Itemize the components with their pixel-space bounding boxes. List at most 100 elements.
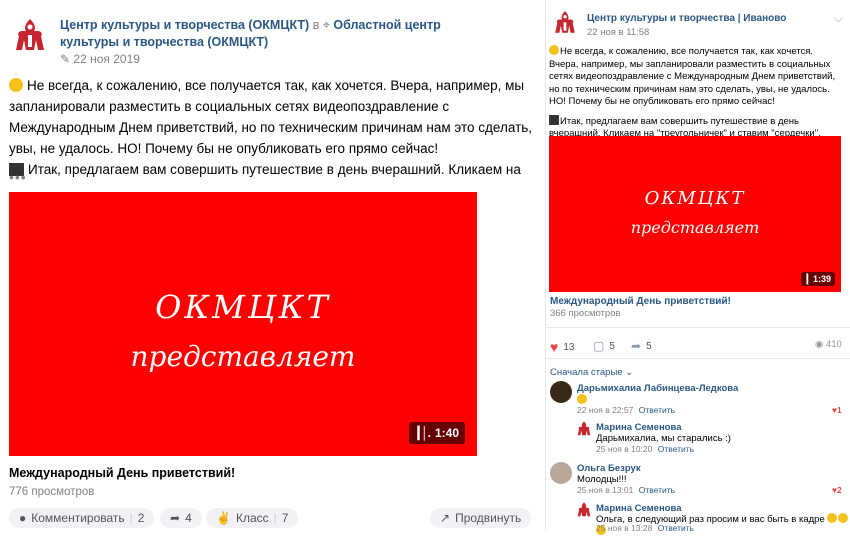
reply-button[interactable]: Ответить: [658, 444, 694, 454]
comment-text: Дарьмихалиа, мы старались :): [596, 433, 731, 444]
show-more-button[interactable]: •••: [9, 169, 27, 185]
side-comment-count: 5: [609, 340, 615, 352]
in-word: в: [312, 18, 320, 32]
group-name-link[interactable]: Центр культуры и творчества (ОКМЦКТ): [60, 18, 309, 32]
location-pin-icon: ⌖: [322, 18, 330, 32]
video-overlay-line1: ОКМЦКТ: [155, 288, 331, 326]
side-group-avatar[interactable]: [551, 9, 579, 37]
share-count: 4: [185, 511, 192, 525]
reply-button[interactable]: Ответить: [658, 523, 694, 533]
main-post: Центр культуры и творчества (ОКМЦКТ) в ⌖…: [0, 0, 545, 531]
side-video-duration-badge: ┃ 1:39: [800, 272, 835, 286]
side-video-caption[interactable]: Международный День приветствий!: [550, 296, 731, 307]
reply-button[interactable]: Ответить: [639, 405, 675, 415]
share-arrow-icon: ➦: [170, 511, 181, 525]
side-video-duration: 1:39: [812, 274, 831, 284]
side-like-count: 13: [563, 341, 575, 353]
side-video-overlay-line1: ОКМЦКТ: [644, 188, 746, 209]
post-header-title: Центр культуры и творчества (ОКМЦКТ) в ⌖…: [60, 17, 500, 51]
video-bars-icon: ┃: [804, 273, 810, 284]
side-video-player[interactable]: ОКМЦКТ представляет ┃ 1:39: [549, 136, 841, 292]
promote-button[interactable]: ↗ Продвинуть: [430, 508, 532, 528]
comment-author[interactable]: Дарьмихалиа Лабинцева-Ледкова: [577, 383, 738, 394]
chevron-down-icon[interactable]: ⌵: [834, 11, 843, 26]
side-group-name[interactable]: Центр культуры и творчества | Иваново: [587, 13, 786, 24]
comment-button[interactable]: ● Комментировать | 2: [9, 508, 155, 528]
comment-count: 2: [137, 511, 145, 525]
comment-bubble-icon: ▢: [593, 339, 605, 353]
video-overlay-line2: представляет: [130, 340, 356, 373]
separator: |: [273, 511, 277, 525]
comment-text: Молодцы!!!: [577, 474, 627, 485]
video-duration-badge: ┃│. 1:40: [408, 422, 465, 444]
comment-like-count: 1: [837, 405, 842, 415]
pencil-icon: ✎: [60, 52, 71, 66]
comment-date[interactable]: 25 ноя в 13:28: [596, 523, 652, 533]
side-views-count: 410: [825, 339, 842, 350]
comment-date[interactable]: 25 ноя в 13:01: [577, 485, 633, 495]
video-caption[interactable]: Международный День приветствий!: [9, 466, 235, 480]
post-date-text: 22 ноя 2019: [73, 52, 140, 66]
comment-meta: 22 ноя в 22:57 Ответить: [577, 405, 675, 415]
heart-icon: ♥: [550, 339, 559, 355]
post-text: Не всегда, к сожалению, все получается т…: [9, 75, 534, 180]
avatar[interactable]: [575, 501, 593, 519]
separator: |: [129, 511, 133, 525]
side-video-overlay-line2: представляет: [630, 218, 760, 237]
comments-sort-dropdown[interactable]: Сначала старые ⌄: [550, 367, 633, 378]
video-bars-icon: ┃│.: [414, 426, 431, 440]
comment-like[interactable]: ♥1: [832, 405, 842, 415]
side-post-para1: Не всегда, к сожалению, все получается т…: [549, 46, 836, 107]
thumbs-up-icon: ✌: [216, 511, 231, 525]
comment-author[interactable]: Марина Семенова: [596, 422, 682, 433]
side-post-text: Не всегда, к сожалению, все получается т…: [549, 45, 845, 141]
divider: [545, 358, 850, 359]
side-views: ◉ 410: [815, 339, 842, 350]
comment-date[interactable]: 22 ноя в 22:57: [577, 405, 633, 415]
smile-emoji-icon: [9, 78, 23, 92]
chevron-down-icon: ⌄: [625, 367, 634, 378]
comment-meta: 25 ноя в 13:01 Ответить: [577, 485, 675, 495]
clapperboard-emoji-icon: [549, 114, 559, 125]
side-share-button[interactable]: ➦ 5: [631, 339, 652, 353]
video-duration: 1:40: [434, 426, 459, 440]
okmckt-logo-icon: [555, 11, 575, 33]
post-date[interactable]: ✎ 22 ноя 2019: [60, 52, 140, 66]
class-count: 7: [281, 511, 289, 525]
reply-button[interactable]: Ответить: [639, 485, 675, 495]
divider: [545, 327, 850, 328]
laughing-emoji-icon: [577, 394, 587, 404]
comment-date[interactable]: 25 ноя в 10:20: [596, 444, 652, 454]
class-label: Класс: [235, 511, 269, 525]
comment-like[interactable]: ♥2: [832, 485, 842, 495]
avatar[interactable]: [550, 381, 572, 403]
smile-emoji-icon: [549, 45, 559, 55]
class-like-button[interactable]: ✌ Класс | 7: [206, 508, 299, 528]
sort-label: Сначала старые: [550, 367, 623, 378]
smile-emoji-icon: [838, 513, 849, 523]
promote-arrow-icon: ↗: [440, 511, 451, 525]
okmckt-logo-icon: [16, 19, 44, 50]
post-text-para1: Не всегда, к сожалению, все получается т…: [9, 78, 533, 156]
video-views: 776 просмотров: [9, 486, 95, 498]
side-like-button[interactable]: ♥ 13: [550, 339, 574, 355]
okmckt-logo-icon: [577, 421, 591, 436]
comment-like-count: 2: [837, 485, 842, 495]
comment-meta: 25 ноя в 13:28 Ответить: [596, 523, 694, 533]
comment-author[interactable]: Ольга Безрук: [577, 463, 641, 474]
video-player[interactable]: ОКМЦКТ представляет ┃│. 1:40: [9, 192, 477, 456]
side-comment-button[interactable]: ▢ 5: [593, 339, 615, 353]
promote-label: Продвинуть: [455, 511, 522, 525]
comment-meta: 25 ноя в 10:20 Ответить: [596, 444, 694, 454]
share-button[interactable]: ➦ 4: [160, 508, 202, 528]
avatar[interactable]: [550, 462, 572, 484]
avatar[interactable]: [575, 420, 593, 438]
share-arrow-icon: ➦: [631, 339, 642, 353]
side-video-views: 366 просмотров: [550, 308, 621, 319]
comment-bubble-icon: ●: [19, 511, 27, 525]
eye-icon: ◉: [815, 339, 824, 350]
side-post-date[interactable]: 22 ноя в 11:58: [587, 27, 649, 38]
side-share-count: 5: [646, 340, 652, 352]
group-avatar[interactable]: [10, 16, 50, 56]
comment-label: Комментировать: [31, 511, 125, 525]
